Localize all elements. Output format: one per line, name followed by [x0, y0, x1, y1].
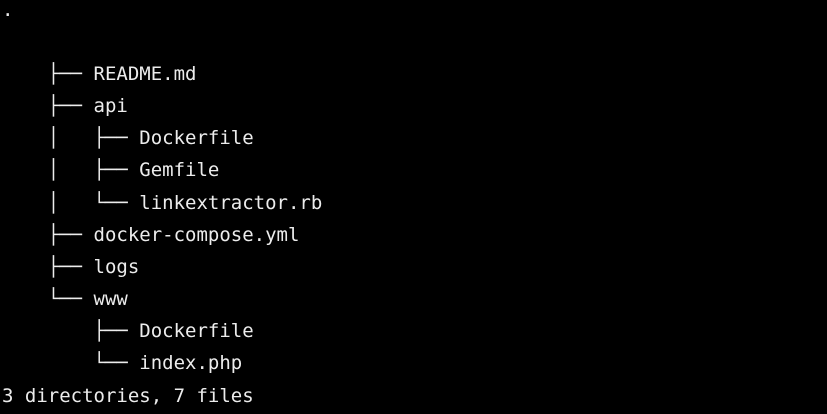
tree-entry: │ └── linkextractor.rb — [2, 155, 323, 214]
tree-entry: ├── Dockerfile — [2, 283, 254, 342]
tree-entry: │ ├── Dockerfile — [2, 90, 254, 149]
tree-root: . — [2, 0, 14, 21]
tree-entry: ├── docker-compose.yml — [2, 187, 300, 246]
tree-entry: ├── logs — [2, 219, 140, 278]
tree-entry: ├── README.md — [2, 26, 197, 85]
terminal-window[interactable]: . ├── README.md ├── api │ ├── Dockerfile… — [0, 0, 827, 414]
tree-summary: 3 directories, 7 files — [2, 385, 254, 407]
tree-entry: └── www — [2, 251, 128, 310]
tree-entry: └── index.php — [2, 315, 243, 374]
tree-entry: ├── api — [2, 58, 128, 117]
tree-branch-guide: └── — [47, 352, 140, 375]
file-name: index.php — [139, 352, 243, 375]
tree-entry: │ ├── Gemfile — [2, 122, 220, 181]
